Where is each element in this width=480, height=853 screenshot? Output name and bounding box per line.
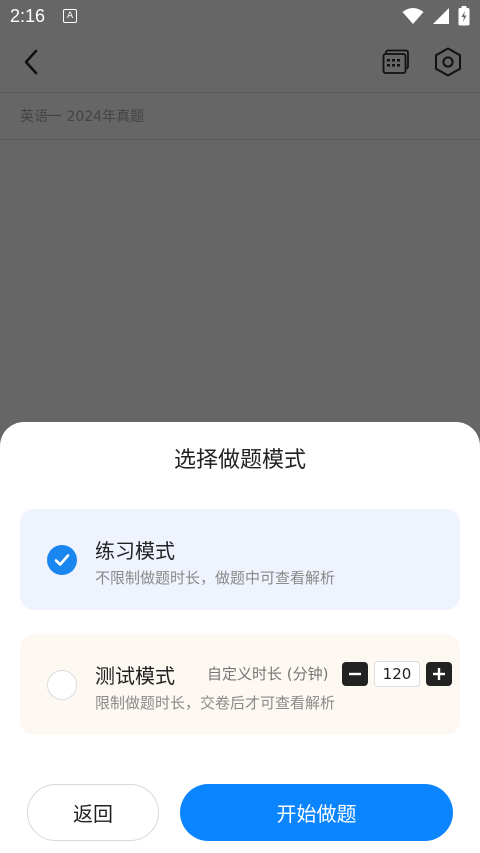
mode-select-sheet: 选择做题模式 练习模式 不限制做题时长，做题中可查看解析 测试模式 自定义时长 … bbox=[0, 422, 480, 853]
wifi-icon bbox=[402, 8, 424, 24]
hexagon-settings-icon bbox=[435, 47, 461, 77]
back-text-button[interactable]: 返回 bbox=[27, 784, 159, 841]
practice-mode-option[interactable]: 练习模式 不限制做题时长，做题中可查看解析 bbox=[20, 509, 460, 610]
practice-mode-desc: 不限制做题时长，做题中可查看解析 bbox=[95, 569, 336, 587]
test-radio[interactable] bbox=[47, 670, 77, 700]
practice-mode-name: 练习模式 bbox=[95, 539, 175, 563]
duration-decrease-button[interactable] bbox=[342, 662, 368, 686]
notification-badge-icon: A bbox=[63, 9, 78, 23]
status-time: 2:16 bbox=[10, 5, 46, 26]
status-icons bbox=[402, 6, 470, 26]
minus-icon bbox=[349, 672, 361, 676]
test-mode-desc: 限制做题时长，交卷后才可查看解析 bbox=[95, 694, 336, 712]
status-bar: 2:16 A bbox=[0, 0, 480, 32]
sheet-title: 选择做题模式 bbox=[173, 448, 306, 473]
chevron-left-icon bbox=[24, 49, 38, 75]
calendar-icon bbox=[382, 49, 409, 74]
duration-label: 自定义时长 (分钟) bbox=[207, 665, 329, 683]
battery-icon bbox=[458, 6, 470, 26]
plus-icon bbox=[433, 668, 445, 680]
start-quiz-button[interactable]: 开始做题 bbox=[180, 784, 453, 841]
calendar-button[interactable] bbox=[380, 46, 412, 78]
back-button[interactable] bbox=[16, 46, 48, 78]
duration-input[interactable]: 120 bbox=[374, 661, 420, 687]
practice-radio[interactable] bbox=[47, 545, 77, 575]
test-mode-option[interactable]: 测试模式 自定义时长 (分钟) 120 限制做题时长，交卷后才可查看解析 bbox=[20, 634, 460, 735]
exam-title: 英语一 2024年真题 bbox=[0, 93, 480, 139]
checkmark-icon bbox=[54, 554, 70, 566]
test-mode-name: 测试模式 bbox=[95, 664, 175, 688]
settings-button[interactable] bbox=[432, 46, 464, 78]
duration-increase-button[interactable] bbox=[426, 662, 452, 686]
app-header bbox=[0, 32, 480, 92]
signal-icon bbox=[433, 8, 449, 24]
